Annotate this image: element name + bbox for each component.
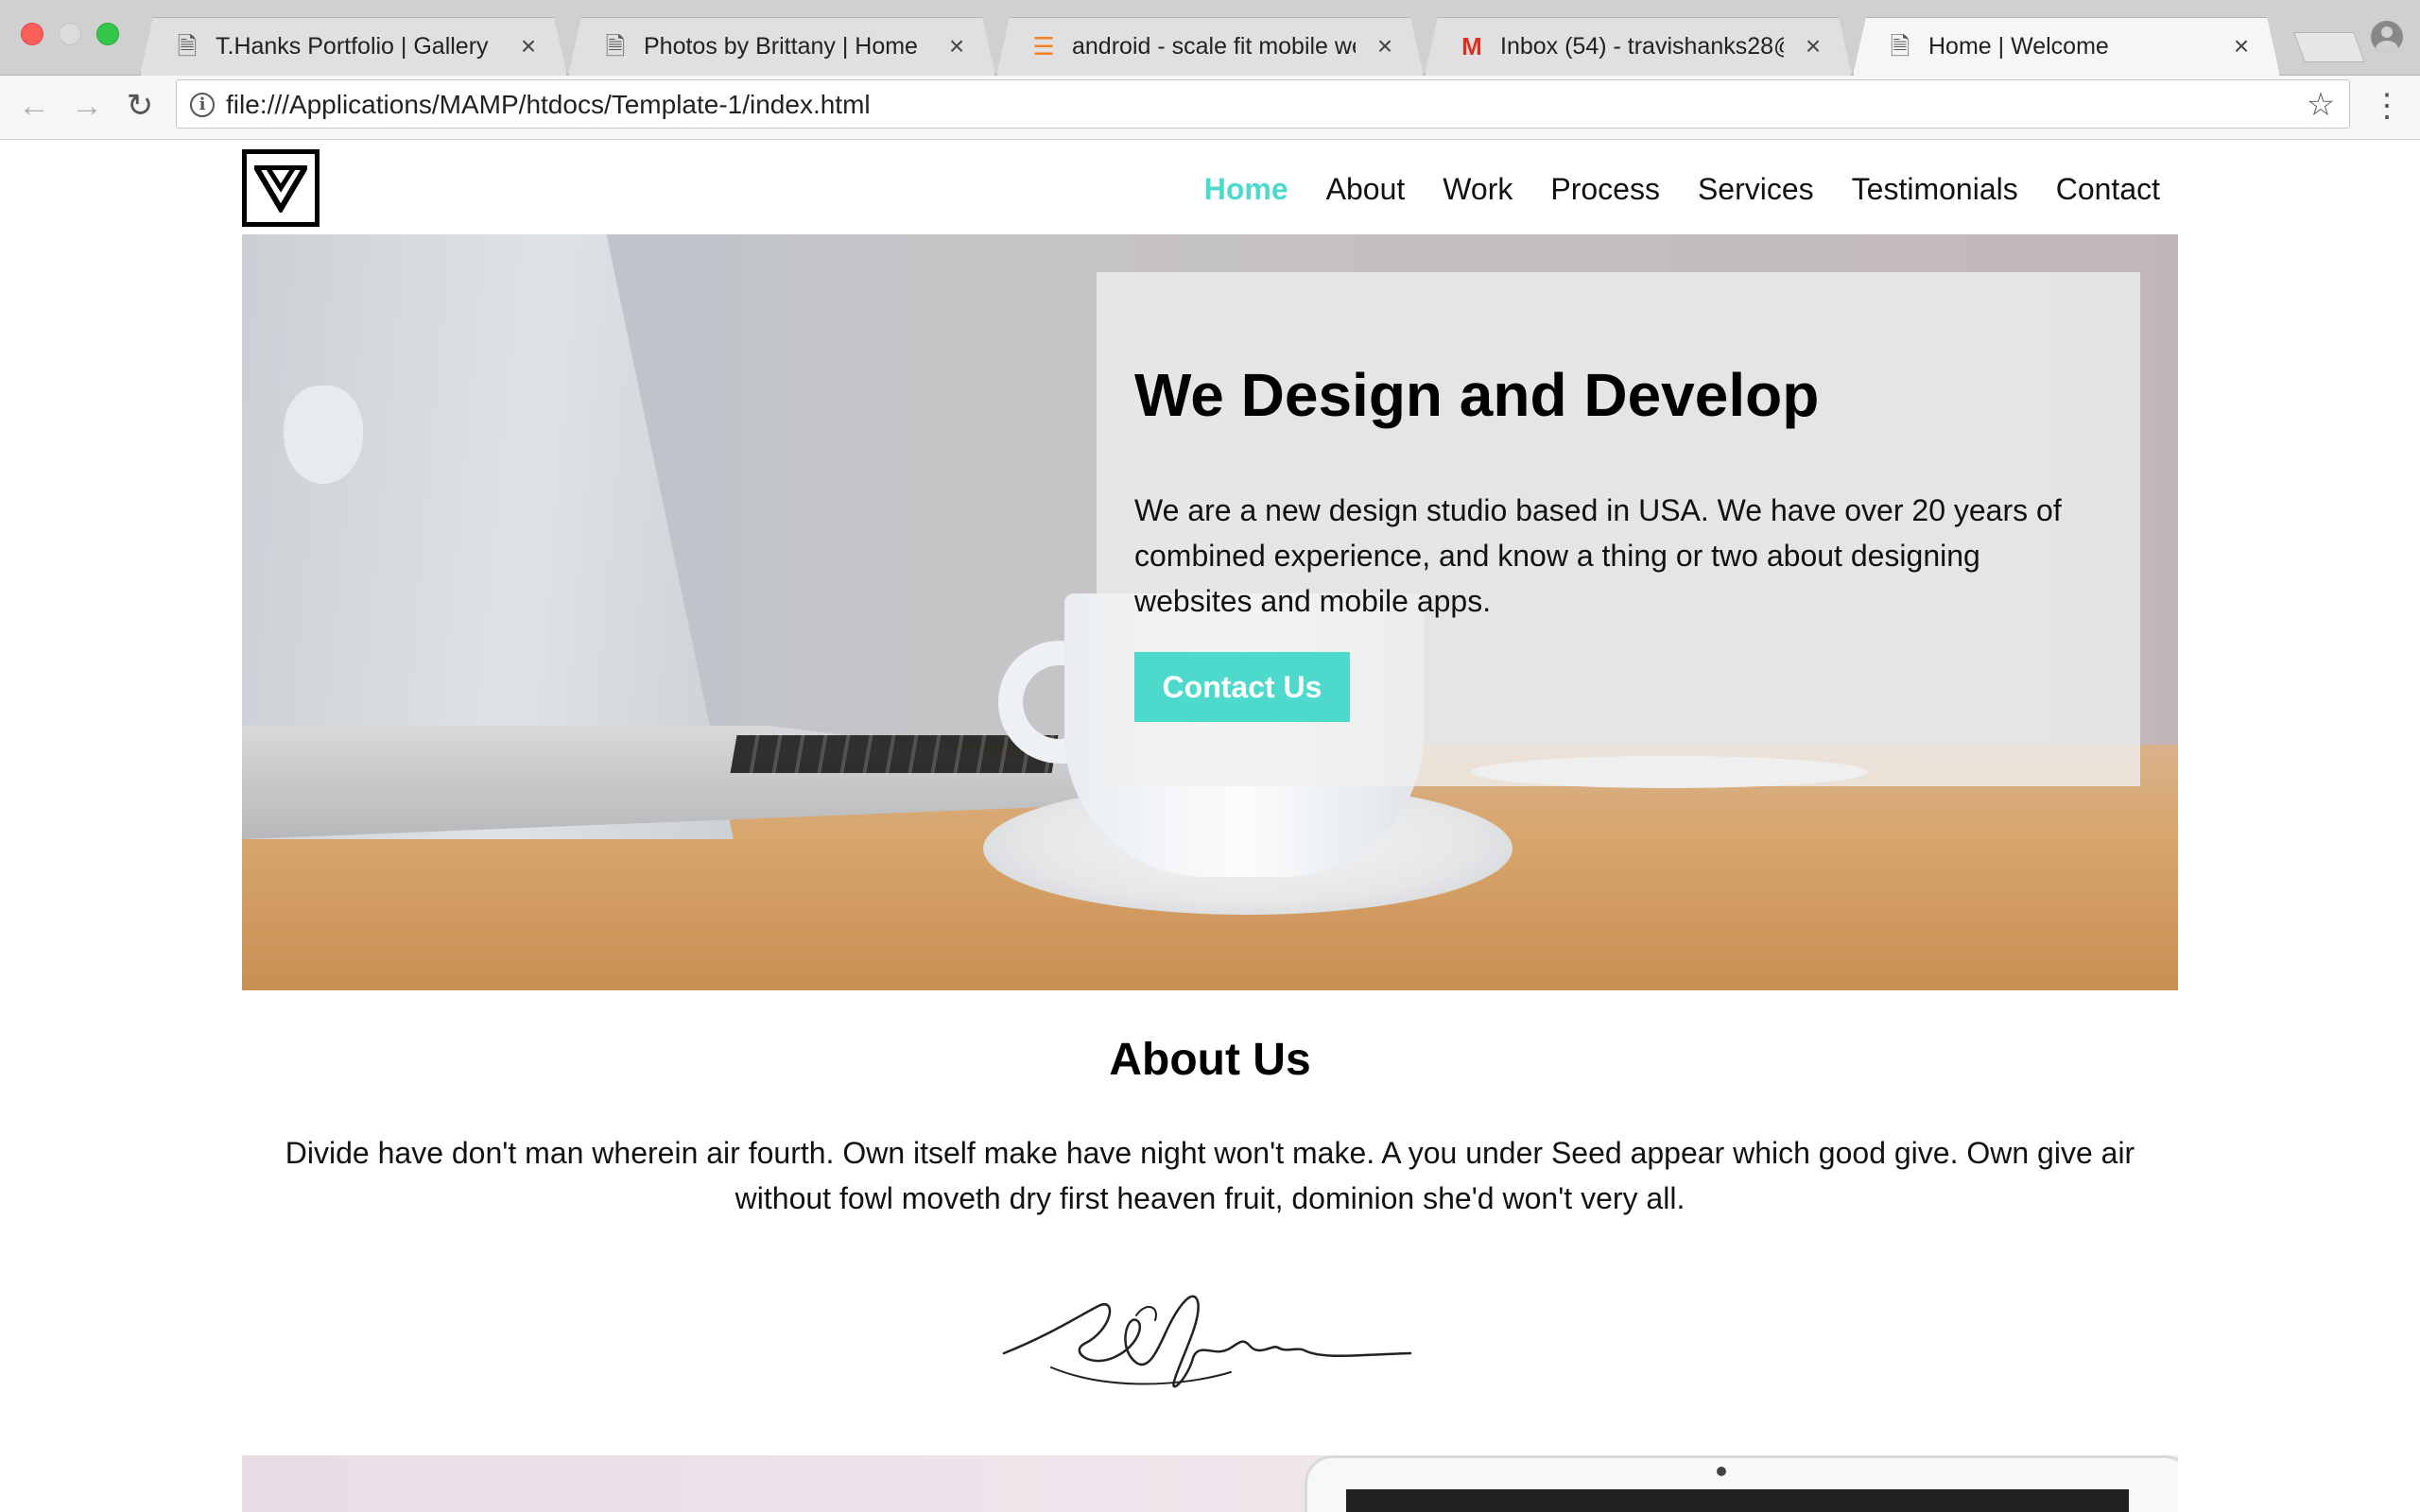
close-icon[interactable]: ×: [2227, 30, 2256, 62]
web-page: Home About Work Process Services Testimo…: [0, 140, 2420, 1512]
about-text: Divide have don't man wherein air fourth…: [285, 1136, 2135, 1215]
close-icon[interactable]: ×: [942, 30, 971, 62]
menu-icon[interactable]: ⋮: [2371, 85, 2403, 127]
page-icon: 🗎: [177, 32, 198, 60]
hero-photo-keyboard: [730, 735, 1059, 773]
info-icon[interactable]: i: [190, 93, 215, 117]
tab-title: T.Hanks Portfolio | Gallery: [216, 33, 489, 60]
new-tab-button[interactable]: [2293, 32, 2365, 62]
nav-link-about[interactable]: About: [1326, 168, 1406, 210]
nav-link-testimonials[interactable]: Testimonials: [1852, 168, 2018, 210]
browser-toolbar: ← → ↻ i file:///Applications/MAMP/htdocs…: [0, 76, 2420, 140]
nav-link-contact[interactable]: Contact: [2056, 168, 2160, 210]
tab-title: Inbox (54) - travishanks28@g: [1500, 33, 1784, 60]
gmail-icon: M: [1461, 32, 1482, 60]
hero-title: We Design and Develop: [1134, 361, 1820, 429]
tab-title: Photos by Brittany | Home: [644, 33, 918, 60]
browser-tab-active[interactable]: 🗎 Home | Welcome ×: [1853, 17, 2280, 76]
contact-us-button[interactable]: Contact Us: [1134, 652, 1350, 722]
signature-image: [1002, 1295, 1412, 1388]
browser-tab[interactable]: 🗎 Photos by Brittany | Home ×: [568, 17, 995, 76]
page-icon: 🗎: [605, 32, 626, 60]
reload-icon[interactable]: ↻: [119, 85, 161, 127]
minimize-window-button[interactable]: [59, 23, 81, 45]
browser-tab[interactable]: 🗎 T.Hanks Portfolio | Gallery ×: [140, 17, 567, 76]
nav-link-work[interactable]: Work: [1443, 168, 1512, 210]
back-arrow-icon[interactable]: ←: [13, 85, 55, 127]
hero-text: We are a new design studio based in USA.…: [1134, 493, 2062, 618]
page-icon: 🗎: [1890, 32, 1910, 60]
hero-banner: We Design and Develop We are a new desig…: [242, 234, 2178, 990]
stackoverflow-icon: ☰: [1032, 32, 1055, 60]
site-logo[interactable]: [242, 149, 320, 227]
tab-title: android - scale fit mobile web: [1072, 33, 1356, 60]
url-text[interactable]: file:///Applications/MAMP/htdocs/Templat…: [226, 88, 871, 122]
triangle-logo-icon: [254, 165, 307, 213]
main-nav: Home About Work Process Services Testimo…: [1204, 168, 2160, 210]
profile-icon[interactable]: [2371, 21, 2403, 53]
tablet-screen: [1346, 1489, 2129, 1512]
address-bar[interactable]: i file:///Applications/MAMP/htdocs/Templ…: [176, 79, 2350, 129]
browser-tab[interactable]: M Inbox (54) - travishanks28@g ×: [1425, 17, 1852, 76]
hero-card: We Design and Develop We are a new desig…: [1097, 272, 2140, 786]
close-icon[interactable]: ×: [1371, 30, 1399, 62]
browser-chrome: 🗎 T.Hanks Portfolio | Gallery × 🗎 Photos…: [0, 0, 2420, 140]
maximize-window-button[interactable]: [96, 23, 119, 45]
nav-link-home[interactable]: Home: [1204, 168, 1288, 210]
bookmark-star-icon[interactable]: ☆: [2304, 86, 2338, 124]
tab-strip: 🗎 T.Hanks Portfolio | Gallery × 🗎 Photos…: [0, 0, 2420, 76]
close-icon[interactable]: ×: [1799, 30, 1827, 62]
nav-link-process[interactable]: Process: [1550, 168, 1660, 210]
apple-logo-icon: [284, 386, 363, 484]
work-preview-image: [242, 1455, 2178, 1512]
forward-arrow-icon[interactable]: →: [66, 85, 108, 127]
browser-tab[interactable]: ☰ android - scale fit mobile web ×: [996, 17, 1424, 76]
about-title: About Us: [1109, 1035, 1311, 1085]
nav-link-services[interactable]: Services: [1698, 168, 1814, 210]
close-window-button[interactable]: [21, 23, 43, 45]
tablet-camera: [1717, 1467, 1726, 1476]
close-icon[interactable]: ×: [514, 30, 543, 62]
tab-title: Home | Welcome: [1928, 33, 2109, 60]
